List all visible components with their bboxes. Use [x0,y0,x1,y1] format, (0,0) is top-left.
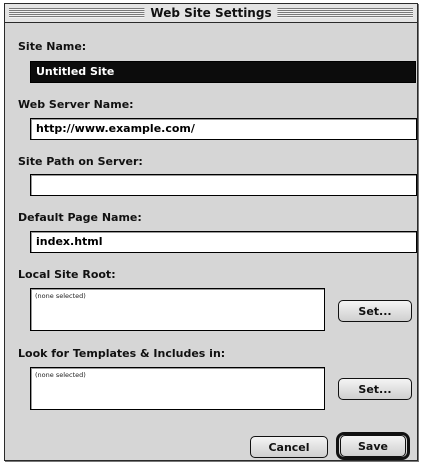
save-button[interactable]: Save [340,435,406,457]
templates-value: (none selected) [35,371,86,379]
templates-box[interactable]: (none selected) [30,367,325,410]
templates-label: Look for Templates & Includes in: [18,347,226,360]
local-site-root-label: Local Site Root: [18,268,116,281]
settings-dialog: Web Site Settings Site Name: Untitled Si… [4,3,418,461]
site-path-label: Site Path on Server: [18,155,143,168]
local-site-root-box[interactable]: (none selected) [30,288,325,331]
local-site-root-value: (none selected) [35,292,86,300]
web-server-name-field[interactable]: http://www.example.com/ [30,118,417,140]
local-site-root-set-button[interactable]: Set... [338,300,412,322]
web-server-name-label: Web Server Name: [18,98,134,111]
site-name-label: Site Name: [18,40,87,53]
title-bar[interactable]: Web Site Settings [5,4,417,23]
site-path-field[interactable] [30,174,417,196]
templates-set-button[interactable]: Set... [338,378,412,400]
default-page-label: Default Page Name: [18,211,142,224]
default-page-field[interactable]: index.html [30,231,417,253]
site-name-field[interactable]: Untitled Site [30,61,416,83]
window-title: Web Site Settings [144,5,278,21]
cancel-button[interactable]: Cancel [250,436,328,458]
